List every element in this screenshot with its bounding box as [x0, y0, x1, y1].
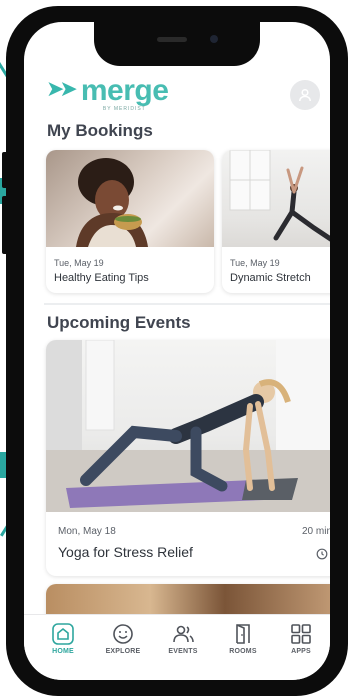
yoga-woman-illustration: [46, 340, 330, 512]
booking-card[interactable]: Tue, May 19 Dynamic Stretch: [222, 150, 330, 293]
smiley-icon: [113, 624, 133, 644]
booking-title: Healthy Eating Tips: [54, 272, 149, 284]
logo-wordmark: merge BY MERIDIST: [80, 74, 169, 113]
tab-home[interactable]: HOME: [35, 623, 91, 655]
tab-label: HOME: [52, 648, 74, 655]
tab-apps[interactable]: APPS: [273, 623, 329, 655]
booking-title: Dynamic Stretch: [230, 272, 311, 284]
tab-label: EVENTS: [168, 648, 198, 655]
section-divider: [44, 303, 330, 305]
event-date: Mon, May 18: [58, 526, 116, 537]
grid-icon: [291, 624, 311, 644]
upcoming-events-title: Upcoming Events: [47, 313, 191, 332]
app-screen: ➤➤ merge BY MERIDIST My Bookings Tue, Ma…: [24, 22, 330, 680]
my-bookings-title: My Bookings: [47, 121, 153, 140]
side-button: [2, 196, 8, 254]
event-duration: 20 min: [301, 526, 330, 537]
bottom-tab-bar: HOME EXPLORE EVENTS ROOMS APPS: [24, 614, 330, 680]
event-title: Yoga for Stress Relief: [58, 544, 193, 560]
profile-avatar-button[interactable]: [290, 80, 320, 110]
phone-frame: ➤➤ merge BY MERIDIST My Bookings Tue, Ma…: [2, 6, 348, 696]
event-card[interactable]: Mon, May 18 Yoga for Stress Relief 20 mi…: [46, 340, 330, 576]
yoga-event-image: [46, 340, 330, 512]
arrows-icon: ➤➤: [46, 77, 78, 102]
woman-eating-illustration: [76, 158, 148, 247]
healthy-eating-image: [46, 150, 214, 247]
tab-events[interactable]: EVENTS: [155, 623, 211, 655]
dynamic-stretch-image: [222, 150, 330, 247]
tab-label: APPS: [291, 648, 311, 655]
tab-label: ROOMS: [229, 648, 257, 655]
logo-subtext: BY MERIDIST: [102, 106, 146, 112]
merge-logo: ➤➤ merge BY MERIDIST: [46, 74, 169, 113]
yoga-stretch-illustration: [229, 150, 330, 242]
tab-label: EXPLORE: [105, 648, 141, 655]
logo-text: merge: [80, 74, 169, 107]
booking-card[interactable]: Tue, May 19 Healthy Eating Tips: [46, 150, 214, 293]
front-camera: [210, 35, 218, 43]
home-icon: [52, 623, 74, 645]
tab-rooms[interactable]: ROOMS: [215, 623, 271, 655]
booking-date: Tue, May 19: [54, 258, 104, 268]
people-icon: [173, 625, 194, 643]
tab-explore[interactable]: EXPLORE: [95, 623, 151, 655]
clock-icon: [316, 548, 328, 560]
notch: [94, 22, 260, 66]
door-icon: [236, 624, 250, 644]
booking-date: Tue, May 19: [230, 258, 280, 268]
speaker: [157, 37, 187, 42]
user-icon: [299, 88, 311, 102]
side-button: [2, 152, 8, 188]
